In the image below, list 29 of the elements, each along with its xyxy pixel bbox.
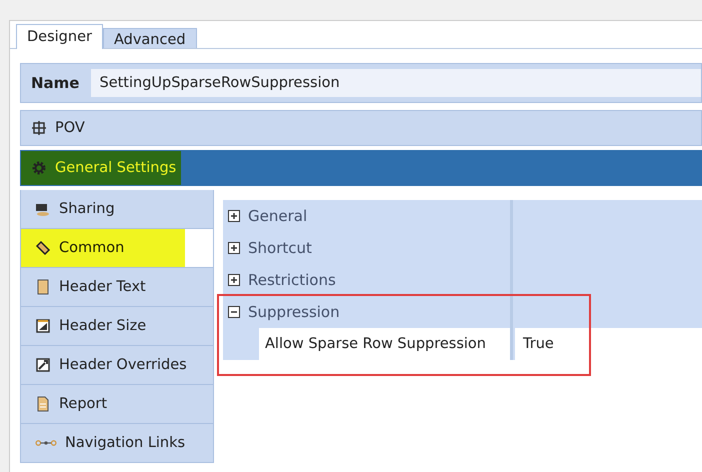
tag-icon xyxy=(35,240,51,256)
sidebar-item[interactable]: Common xyxy=(20,229,214,268)
sidebar-item[interactable]: Header Size xyxy=(20,307,214,346)
expand-icon[interactable] xyxy=(228,210,240,222)
group-label: Shortcut xyxy=(248,239,312,257)
sidebar-item[interactable]: Report xyxy=(20,385,214,424)
tab[interactable]: Advanced xyxy=(102,28,197,48)
expand-icon[interactable] xyxy=(228,242,240,254)
resize-icon xyxy=(35,318,51,334)
sidebar-item[interactable]: Header Text xyxy=(20,268,214,307)
section-header[interactable]: General Settings xyxy=(20,150,702,186)
name-label: Name xyxy=(31,74,80,92)
group-label: Suppression xyxy=(248,303,340,321)
sidebar-item[interactable]: Navigation Links xyxy=(20,424,214,463)
gear-icon xyxy=(31,160,47,176)
tab[interactable]: Designer xyxy=(16,24,103,49)
grid-icon xyxy=(31,120,47,136)
sidebar-item[interactable]: Header Overrides xyxy=(20,346,214,385)
report-icon xyxy=(35,396,51,412)
document-icon xyxy=(35,279,51,295)
collapse-icon[interactable] xyxy=(228,306,240,318)
property-name: Allow Sparse Row Suppression xyxy=(259,328,513,360)
section-header[interactable]: POV xyxy=(20,110,702,146)
group-label: Restrictions xyxy=(248,271,336,289)
property-value[interactable]: True xyxy=(515,328,702,360)
group-label: General xyxy=(248,207,308,225)
sidebar-item[interactable]: Sharing xyxy=(20,190,214,229)
name-field[interactable]: SettingUpSparseRowSuppression xyxy=(91,69,701,97)
expand-icon[interactable] xyxy=(228,274,240,286)
